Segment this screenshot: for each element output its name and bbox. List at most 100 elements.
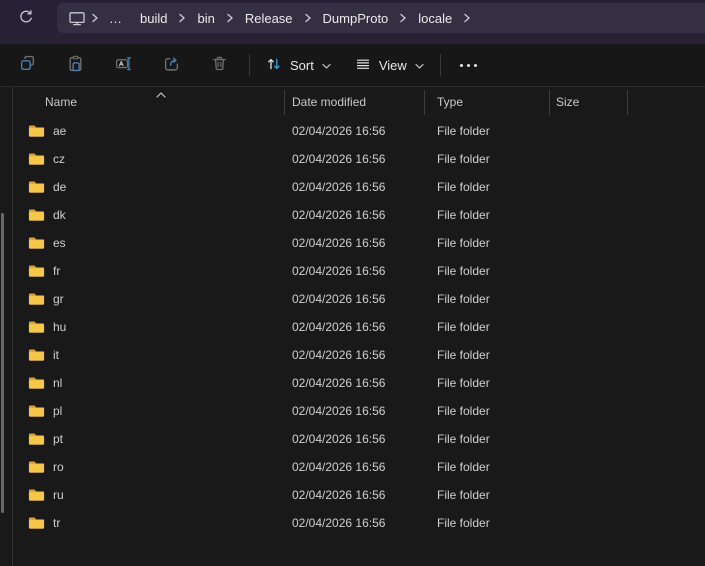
file-name: nl bbox=[53, 376, 63, 390]
breadcrumb-item[interactable]: build bbox=[131, 6, 176, 30]
folder-icon bbox=[28, 376, 45, 390]
file-type: File folder bbox=[437, 236, 490, 250]
column-label: Type bbox=[437, 95, 464, 109]
chevron-right-icon bbox=[303, 13, 313, 23]
view-button[interactable]: View bbox=[345, 48, 434, 82]
folder-icon bbox=[28, 292, 45, 306]
delete-button[interactable] bbox=[199, 48, 239, 82]
paste-button[interactable] bbox=[55, 48, 95, 82]
see-more-icon bbox=[460, 63, 478, 67]
share-button[interactable] bbox=[151, 48, 191, 82]
column-header-name[interactable]: Name bbox=[13, 89, 285, 115]
table-row[interactable]: ru 02/04/2026 16:56 File folder bbox=[13, 481, 705, 509]
rename-icon bbox=[115, 55, 132, 75]
file-date-modified: 02/04/2026 16:56 bbox=[292, 292, 386, 306]
see-more-button[interactable] bbox=[449, 48, 489, 82]
column-header-type[interactable]: Type bbox=[425, 89, 550, 115]
breadcrumb-item[interactable]: bin bbox=[188, 6, 223, 30]
table-row[interactable]: hu 02/04/2026 16:56 File folder bbox=[13, 313, 705, 341]
column-label: Name bbox=[45, 95, 78, 109]
file-date-modified: 02/04/2026 16:56 bbox=[292, 124, 386, 138]
column-label: Size bbox=[556, 95, 580, 109]
chevron-down-icon bbox=[415, 58, 424, 73]
folder-icon bbox=[28, 180, 45, 194]
breadcrumb: build bin Release DumpProto locale bbox=[131, 6, 473, 30]
folder-icon bbox=[28, 124, 45, 138]
table-row[interactable]: tr 02/04/2026 16:56 File folder bbox=[13, 509, 705, 537]
chevron-right-icon bbox=[462, 13, 472, 23]
folder-icon bbox=[28, 460, 45, 474]
file-date-modified: 02/04/2026 16:56 bbox=[292, 404, 386, 418]
table-row[interactable]: es 02/04/2026 16:56 File folder bbox=[13, 229, 705, 257]
file-date-modified: 02/04/2026 16:56 bbox=[292, 460, 386, 474]
folder-icon bbox=[28, 432, 45, 446]
this-pc-icon bbox=[65, 6, 89, 30]
file-type: File folder bbox=[437, 460, 490, 474]
table-row[interactable]: pt 02/04/2026 16:56 File folder bbox=[13, 425, 705, 453]
file-type: File folder bbox=[437, 152, 490, 166]
sort-button[interactable]: Sort bbox=[256, 48, 341, 82]
table-row[interactable]: pl 02/04/2026 16:56 File folder bbox=[13, 397, 705, 425]
file-type: File folder bbox=[437, 376, 490, 390]
folder-icon bbox=[28, 348, 45, 362]
chevron-right-icon bbox=[398, 13, 408, 23]
table-row[interactable]: nl 02/04/2026 16:56 File folder bbox=[13, 369, 705, 397]
file-date-modified: 02/04/2026 16:56 bbox=[292, 180, 386, 194]
view-icon bbox=[355, 56, 371, 75]
copy-button[interactable] bbox=[7, 48, 47, 82]
file-date-modified: 02/04/2026 16:56 bbox=[292, 264, 386, 278]
file-name: pt bbox=[53, 432, 64, 446]
file-type: File folder bbox=[437, 488, 490, 502]
file-date-modified: 02/04/2026 16:56 bbox=[292, 320, 386, 334]
file-name: gr bbox=[53, 292, 64, 306]
table-row[interactable]: ae 02/04/2026 16:56 File folder bbox=[13, 117, 705, 145]
copy-icon bbox=[19, 55, 36, 75]
column-header-size[interactable]: Size bbox=[550, 89, 628, 115]
file-type: File folder bbox=[437, 348, 490, 362]
file-name: de bbox=[53, 180, 67, 194]
folder-icon bbox=[28, 516, 45, 530]
file-date-modified: 02/04/2026 16:56 bbox=[292, 488, 386, 502]
table-row[interactable]: dk 02/04/2026 16:56 File folder bbox=[13, 201, 705, 229]
table-row[interactable]: fr 02/04/2026 16:56 File folder bbox=[13, 257, 705, 285]
table-row[interactable]: ro 02/04/2026 16:56 File folder bbox=[13, 453, 705, 481]
chevron-right-icon bbox=[177, 13, 187, 23]
sort-ascending-icon bbox=[156, 87, 166, 101]
folder-icon bbox=[28, 404, 45, 418]
file-name: ru bbox=[53, 488, 64, 502]
table-row[interactable]: cz 02/04/2026 16:56 File folder bbox=[13, 145, 705, 173]
table-row[interactable]: gr 02/04/2026 16:56 File folder bbox=[13, 285, 705, 313]
rename-button[interactable] bbox=[103, 48, 143, 82]
refresh-icon bbox=[18, 9, 34, 28]
file-name: es bbox=[53, 236, 66, 250]
file-type: File folder bbox=[437, 432, 490, 446]
file-name: dk bbox=[53, 208, 66, 222]
file-name: ro bbox=[53, 460, 64, 474]
file-name: it bbox=[53, 348, 59, 362]
folder-icon bbox=[28, 488, 45, 502]
file-type: File folder bbox=[437, 404, 490, 418]
table-row[interactable]: de 02/04/2026 16:56 File folder bbox=[13, 173, 705, 201]
chevron-right-icon bbox=[225, 13, 235, 23]
table-row[interactable]: it 02/04/2026 16:56 File folder bbox=[13, 341, 705, 369]
breadcrumb-item[interactable]: Release bbox=[236, 6, 302, 30]
folder-icon bbox=[28, 152, 45, 166]
folder-icon bbox=[28, 236, 45, 250]
address-field[interactable]: … build bin Release DumpProto locale bbox=[57, 3, 705, 33]
scrollbar-thumb[interactable] bbox=[1, 213, 4, 513]
file-name: fr bbox=[53, 264, 61, 278]
column-label: Date modified bbox=[292, 95, 367, 109]
file-type: File folder bbox=[437, 208, 490, 222]
breadcrumb-item[interactable]: DumpProto bbox=[314, 6, 398, 30]
sort-icon bbox=[266, 56, 282, 75]
column-header-row: Name Date modified Type Size bbox=[13, 87, 705, 117]
breadcrumb-item[interactable]: locale bbox=[409, 6, 461, 30]
file-list-pane: Name Date modified Type Size ae 02/04/20… bbox=[0, 86, 705, 566]
sort-label: Sort bbox=[290, 57, 314, 73]
refresh-button[interactable] bbox=[12, 5, 40, 31]
folder-icon bbox=[28, 208, 45, 222]
breadcrumb-overflow[interactable]: … bbox=[101, 6, 131, 30]
address-bar: … build bin Release DumpProto locale bbox=[0, 0, 705, 44]
column-header-date-modified[interactable]: Date modified bbox=[285, 89, 425, 115]
folder-icon bbox=[28, 264, 45, 278]
